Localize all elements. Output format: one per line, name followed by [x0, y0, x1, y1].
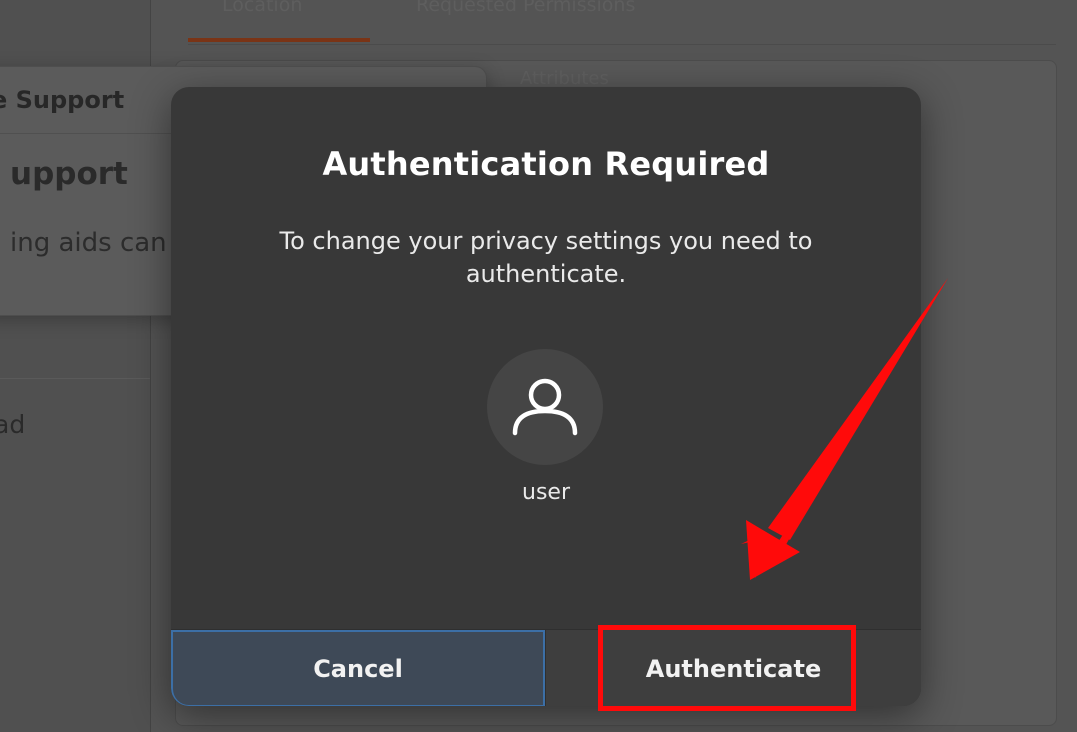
tab-requested-permissions: Requested Permissions — [416, 0, 636, 16]
dialog-button-row: Cancel Authenticate — [171, 629, 921, 706]
sidebar-separator — [0, 378, 150, 379]
authentication-dialog: Authentication Required To change your p… — [171, 87, 921, 706]
screen: ad Location Requested Permissions Attrib… — [0, 0, 1077, 732]
avatar — [487, 349, 603, 465]
background-ghost-label: Attributes — [520, 68, 609, 89]
popup-heading: upport — [10, 156, 128, 192]
cancel-button[interactable]: Cancel — [171, 630, 545, 706]
username: user — [522, 480, 570, 505]
popup-title: e Support — [0, 86, 125, 114]
background-tabs: Location Requested Permissions — [188, 0, 1056, 45]
authenticate-button[interactable]: Authenticate — [546, 630, 921, 706]
sidebar-item-partial: ad — [0, 410, 26, 439]
dialog-message: To change your privacy settings you need… — [279, 227, 813, 288]
user-avatar-icon — [512, 378, 578, 436]
tab-location: Location — [222, 0, 303, 16]
dialog-title: Authentication Required — [322, 145, 770, 183]
active-tab-indicator — [188, 38, 370, 42]
